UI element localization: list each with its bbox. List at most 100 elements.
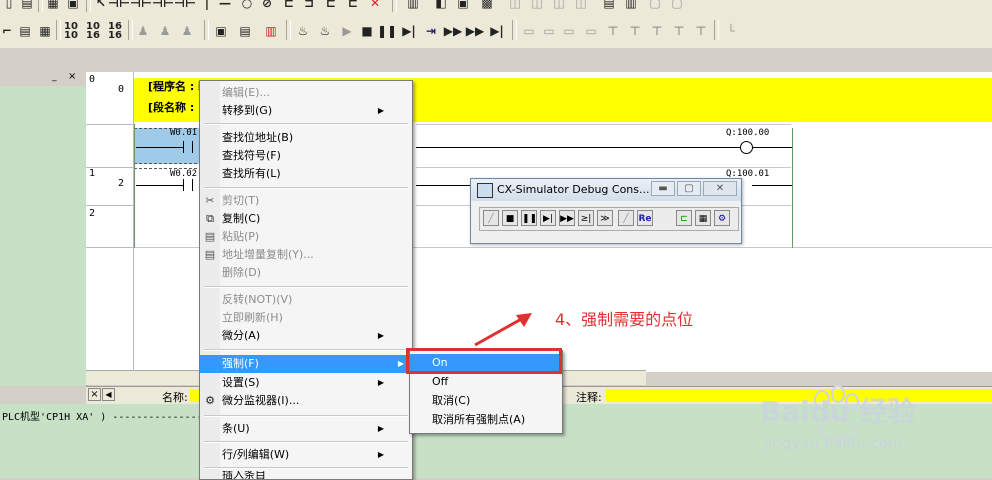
menu-item-row-column-edit[interactable]: 行/列编辑(W) ▶ bbox=[200, 446, 390, 464]
step-end-icon[interactable]: ▶| bbox=[488, 22, 506, 40]
menu-item-delete[interactable]: 删除(D) bbox=[200, 264, 390, 282]
toolbar-icon[interactable]: ▭ bbox=[540, 22, 558, 40]
toolbar-icon[interactable]: ◧ bbox=[432, 0, 450, 12]
menu-item-find-all[interactable]: 查找所有(L) bbox=[200, 165, 390, 183]
reset-icon[interactable]: ╱ bbox=[483, 210, 499, 226]
menu-item-force[interactable]: 强制(F) ▶ bbox=[200, 355, 410, 373]
project-tree-panel[interactable] bbox=[0, 86, 87, 386]
toolbar-icon[interactable]: ▥ bbox=[404, 0, 422, 12]
toolbar-icon[interactable]: ▭ bbox=[520, 22, 538, 40]
toolbar-icon[interactable]: ◫ bbox=[572, 0, 590, 12]
menu-item-find-symbol[interactable]: 查找符号(F) bbox=[200, 147, 390, 165]
toolbar-icon[interactable]: ▣ bbox=[64, 0, 82, 12]
instruction-icon[interactable]: ⊏ bbox=[322, 0, 340, 12]
toolbar-icon[interactable]: ▢ bbox=[646, 0, 664, 12]
settings-icon[interactable]: ⚙ bbox=[714, 210, 730, 226]
toolbar-icon[interactable]: └ bbox=[722, 22, 740, 40]
step-run-icon[interactable]: ▶| bbox=[400, 22, 418, 40]
step-icon[interactable]: ⇥ bbox=[422, 22, 440, 40]
menu-item-paste[interactable]: ▤ 粘贴(P) bbox=[200, 228, 390, 246]
menu-item-cut[interactable]: ✂ 剪切(T) bbox=[200, 192, 390, 210]
coil-nc-icon[interactable]: ⊘ bbox=[258, 0, 276, 12]
toolbar-icon[interactable]: ▦ bbox=[44, 0, 62, 12]
scroll-left-icon[interactable]: ◀ bbox=[102, 388, 115, 401]
menu-item-immediate-refresh[interactable]: 立即刷新(H) bbox=[200, 309, 390, 327]
contact-no-icon[interactable]: ⊣⊢ bbox=[108, 0, 130, 12]
run-fast-icon[interactable]: ▶▶ bbox=[444, 22, 462, 40]
toolbar-icon[interactable]: ⌐ bbox=[0, 22, 16, 40]
menu-item-copy[interactable]: ⧉ 复制(C) bbox=[200, 210, 390, 228]
toolbar-icon[interactable]: ▤ bbox=[16, 22, 34, 40]
toolbar-icon[interactable]: ▣ bbox=[212, 22, 230, 40]
continuous-step-icon[interactable]: ≫ bbox=[597, 210, 613, 226]
menu-item-diff-monitor[interactable]: ⚙ 微分监视器(I)... bbox=[200, 392, 390, 410]
toolbar-icon[interactable]: ♨ bbox=[294, 22, 312, 40]
stop-icon[interactable]: ■ bbox=[358, 22, 376, 40]
step-run-icon[interactable]: ▶| bbox=[540, 210, 556, 226]
coil-icon[interactable]: ○ bbox=[238, 0, 256, 12]
toolbar-icon[interactable]: ♨ bbox=[316, 22, 334, 40]
contact-nc-icon[interactable]: ⊣⊢ bbox=[130, 0, 152, 12]
simulator-titlebar[interactable]: CX-Simulator Debug Cons... ▬ ▢ ✕ bbox=[471, 179, 741, 201]
simulator-debug-console[interactable]: CX-Simulator Debug Cons... ▬ ▢ ✕ ╱ ■ ❚❚ … bbox=[470, 178, 742, 244]
toolbar-icon[interactable]: ▩ bbox=[478, 0, 496, 12]
run-icon[interactable]: ▶ bbox=[338, 22, 356, 40]
menu-item-differentiate[interactable]: 微分(A) ▶ bbox=[200, 327, 390, 345]
instruction-icon[interactable]: ⊐ bbox=[300, 0, 318, 12]
toolbar-icon[interactable]: ♟ bbox=[178, 22, 196, 40]
scan-replay-icon[interactable]: ╱ bbox=[618, 210, 634, 226]
toolbar-icon[interactable]: ▭ bbox=[560, 22, 578, 40]
menu-item-find-bit-address[interactable]: 查找位地址(B) bbox=[200, 129, 390, 147]
toolbar-icon[interactable]: ▦ bbox=[36, 22, 54, 40]
toolbar-icon[interactable]: ▢ bbox=[668, 0, 686, 12]
trace-icon[interactable]: ▦ bbox=[695, 210, 711, 226]
toolbar-icon[interactable]: ◫ bbox=[550, 0, 568, 12]
pause-icon[interactable]: ❚❚ bbox=[521, 210, 537, 226]
toolbar-icon[interactable]: ▥ bbox=[262, 22, 280, 40]
run-icon[interactable]: ▶▶ bbox=[559, 210, 575, 226]
instruction-icon[interactable]: ⊏ bbox=[280, 0, 298, 12]
menu-item-set[interactable]: 设置(S) ▶ bbox=[200, 374, 390, 392]
delete-icon[interactable]: ✕ bbox=[366, 0, 384, 12]
force-off-item[interactable]: Off bbox=[410, 373, 560, 391]
menu-item-increment-copy[interactable]: ▤ 地址增量复制(Y)... bbox=[200, 246, 390, 264]
toolbar-icon[interactable]: ⊤ bbox=[626, 22, 644, 40]
toolbar-icon[interactable]: ▤ bbox=[236, 22, 254, 40]
toolbar-icon[interactable]: ▭ bbox=[582, 22, 600, 40]
toolbar-icon[interactable]: ♟ bbox=[134, 22, 152, 40]
force-cancel-all-item[interactable]: 取消所有强制点(A) bbox=[410, 411, 560, 429]
minimize-button[interactable]: ▬ bbox=[651, 181, 675, 196]
contact-ornc-icon[interactable]: ⊣⊢ bbox=[174, 0, 196, 12]
toolbar-icon[interactable]: ▤ bbox=[600, 0, 618, 12]
io-icon[interactable]: ⊏ bbox=[676, 210, 692, 226]
menu-item-bar[interactable]: 条(U) ▶ bbox=[200, 420, 390, 438]
reset-scan-icon[interactable]: Re bbox=[637, 210, 653, 226]
contact-or-icon[interactable]: ⊣⊢ bbox=[152, 0, 174, 12]
toolbar-icon[interactable]: ♟ bbox=[156, 22, 174, 40]
hex-display-icon[interactable]: 16 16 bbox=[106, 22, 124, 41]
stop-icon[interactable]: ■ bbox=[502, 210, 518, 226]
continuous-icon[interactable]: ▶▶ bbox=[466, 22, 484, 40]
toolbar-icon[interactable]: ⊤ bbox=[692, 22, 710, 40]
toolbar-icon[interactable]: ⊤ bbox=[648, 22, 666, 40]
toolbar-icon[interactable]: ◫ bbox=[506, 0, 524, 12]
toolbar-icon[interactable]: ▯ bbox=[0, 0, 18, 12]
step-icon[interactable]: ≥| bbox=[578, 210, 594, 226]
toolbar-icon[interactable]: ◫ bbox=[528, 0, 546, 12]
maximize-button[interactable]: ▢ bbox=[677, 181, 701, 196]
hex-display-icon[interactable]: 10 16 bbox=[84, 22, 102, 41]
panel-minimize-icon[interactable]: _ bbox=[52, 72, 57, 82]
horizontal-line-icon[interactable]: — bbox=[216, 0, 234, 12]
force-cancel-item[interactable]: 取消(C) bbox=[410, 392, 560, 410]
panel-close-icon[interactable]: × bbox=[68, 71, 76, 82]
menu-item-goto[interactable]: 转移到(G) ▶ bbox=[200, 102, 390, 120]
toolbar-icon[interactable]: ▣ bbox=[454, 0, 472, 12]
close-icon[interactable]: × bbox=[88, 388, 101, 401]
toolbar-icon[interactable]: ⊤ bbox=[604, 22, 622, 40]
close-button[interactable]: ✕ bbox=[703, 181, 737, 196]
toolbar-icon[interactable]: ▤ bbox=[18, 0, 36, 12]
instruction-icon[interactable]: ⊏ bbox=[344, 0, 362, 12]
vertical-line-icon[interactable]: | bbox=[198, 0, 216, 12]
decimal-display-icon[interactable]: 10 10 bbox=[62, 22, 80, 41]
pause-icon[interactable]: ❚❚ bbox=[377, 22, 397, 40]
